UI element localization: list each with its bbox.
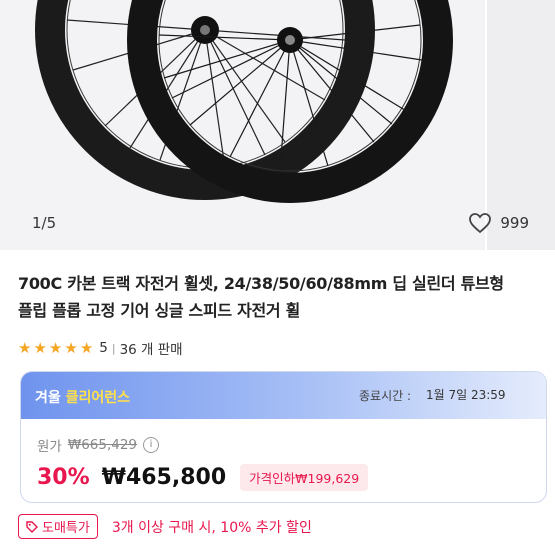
wishlist-button[interactable]: 999 — [468, 212, 529, 234]
tag-icon — [26, 520, 38, 533]
original-price-label: 원가 — [37, 439, 62, 455]
promo-name-part1: 겨울 — [35, 390, 61, 406]
promo-header: 겨울 클리어런스 종료시간 : 1월 7일 23:59 — [21, 372, 546, 419]
timer-value: 1월 7일 23:59 — [426, 388, 506, 402]
sale-price: ₩465,800 — [101, 465, 227, 490]
promo-card: 겨울 클리어런스 종료시간 : 1월 7일 23:59 원가 ₩665,429 … — [20, 371, 547, 503]
star-icon: ★ — [18, 338, 32, 357]
wishlist-count: 999 — [500, 214, 529, 232]
promo-name: 겨울 클리어런스 — [35, 387, 130, 407]
product-title-line1: 700C 카본 트랙 자전거 휠셋, 24/38/50/60/88mm 딥 실린… — [18, 274, 504, 293]
rating-value: 5 — [99, 340, 108, 356]
wholesale-row[interactable]: 도매특가 3개 이상 구매 시, 10% 추가 할인 — [18, 514, 312, 539]
separator: | — [111, 341, 116, 355]
price-drop-badge: 가격인하₩199,629 — [240, 464, 369, 491]
image-counter: 1/5 — [32, 214, 57, 232]
discount-percent: 30% — [37, 465, 90, 490]
wholesale-badge-label: 도매특가 — [42, 521, 90, 536]
sold-count: 36 개 판매 — [119, 342, 183, 358]
wholesale-badge: 도매특가 — [18, 514, 98, 539]
heart-icon — [469, 213, 492, 234]
product-title-line2: 플립 플롭 고정 기어 싱글 스피드 자전거 휠 — [18, 301, 301, 320]
info-icon[interactable]: i — [143, 437, 160, 453]
wholesale-text: 3개 이상 구매 시, 10% 추가 할인 — [111, 519, 312, 536]
timer-label: 종료시간 : — [359, 389, 412, 403]
original-price: ₩665,429 — [67, 437, 138, 453]
price-row: 30% ₩465,800 가격인하₩199,629 — [37, 464, 369, 491]
star-icon: ★ — [64, 338, 78, 357]
product-image-gallery[interactable]: 1/5 999 — [0, 0, 555, 250]
original-price-row: 원가 ₩665,429 i — [37, 435, 160, 455]
promo-name-part2: 클리어런스 — [65, 390, 131, 406]
rating-row[interactable]: ★ ★ ★ ★ ★ 5 | 36 개 판매 — [18, 338, 183, 358]
star-icon: ★ — [79, 338, 94, 357]
star-rating: ★ ★ ★ ★ ★ — [18, 338, 94, 357]
product-title: 700C 카본 트랙 자전거 휠셋, 24/38/50/60/88mm 딥 실린… — [18, 270, 548, 324]
product-image-wheels — [35, 0, 453, 203]
star-icon: ★ — [48, 338, 63, 357]
star-icon: ★ — [33, 338, 47, 357]
